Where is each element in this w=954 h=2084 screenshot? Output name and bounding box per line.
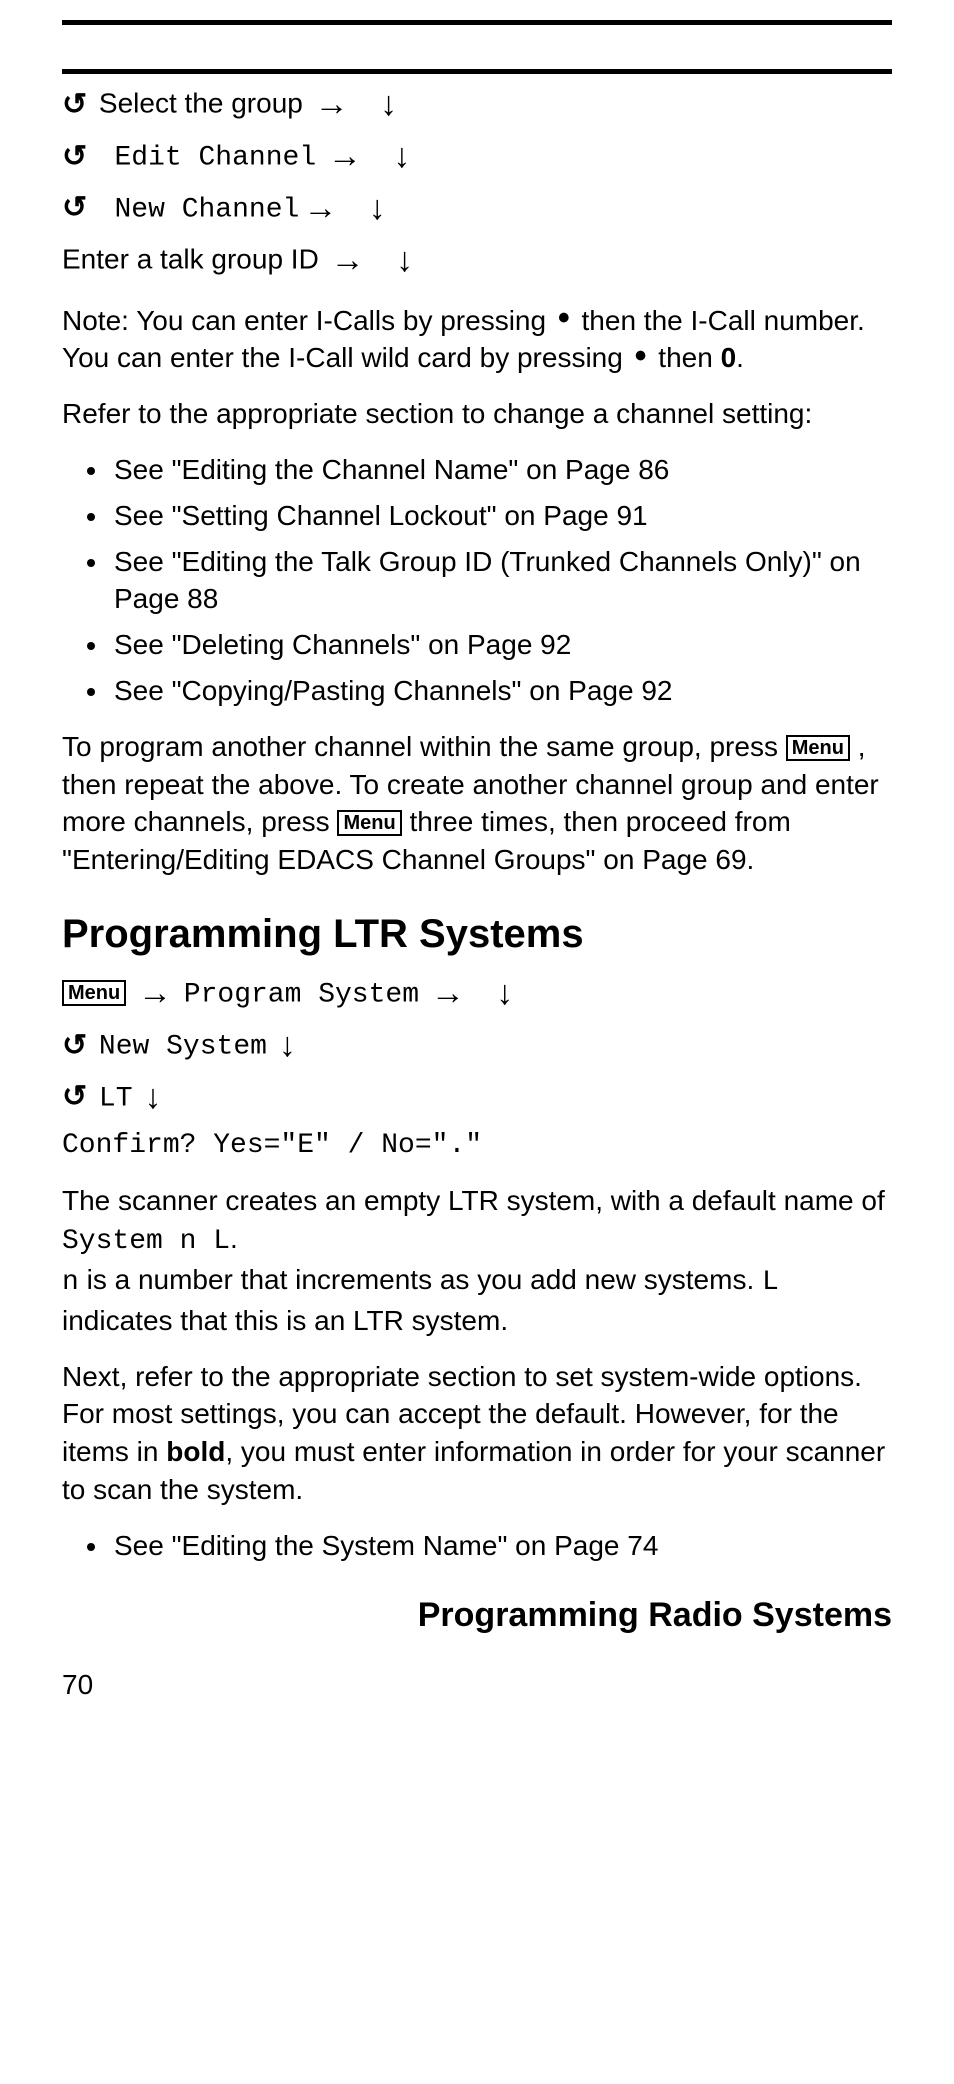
reference-list-system: See "Editing the System Name" on Page 74 [62, 1527, 892, 1565]
bold-word: bold [166, 1436, 225, 1467]
page-number: 70 [62, 1666, 892, 1704]
step-new-system: ↺ New System ↓ [62, 1023, 892, 1069]
manual-page: ↺ Select the group → ↓ ↺ Edit Channel → … [0, 0, 954, 1724]
text: To program another channel within the sa… [62, 731, 786, 762]
arrow-down-icon: ↓ [396, 238, 413, 284]
text: then [651, 342, 721, 373]
text: Note: You can enter I-Calls by pressing [62, 305, 554, 336]
list-item: See "Editing the System Name" on Page 74 [110, 1527, 892, 1565]
menu-keycap: Menu [337, 810, 401, 836]
rotate-icon: ↺ [62, 137, 87, 178]
step-enter-tgid: Enter a talk group ID → ↓ [62, 238, 892, 284]
note-paragraph: Note: You can enter I-Calls by pressing … [62, 302, 892, 378]
arrow-right-icon: → [315, 82, 349, 128]
rotate-icon: ↺ [62, 85, 87, 126]
step-select-group: ↺ Select the group → ↓ [62, 82, 892, 128]
list-item: See "Deleting Channels" on Page 92 [110, 626, 892, 664]
step-new-channel: ↺ New Channel→ ↓ [62, 186, 892, 232]
text: indicates that this is an LTR system. [62, 1305, 508, 1336]
system-options-paragraph: Next, refer to the appropriate section t… [62, 1358, 892, 1509]
arrow-right-icon: → [138, 971, 172, 1017]
text: . [736, 342, 744, 373]
arrow-down-icon: ↓ [380, 82, 397, 128]
text: is a number that increments as you add n… [79, 1264, 762, 1295]
step-program-system: Menu → Program System → ↓ [62, 971, 892, 1017]
rotate-icon: ↺ [62, 1026, 87, 1067]
step-text: New System [99, 1031, 267, 1062]
step-confirm: Confirm? Yes="E" / No="." [62, 1127, 892, 1165]
n-placeholder: n [62, 1267, 79, 1298]
step-lt: ↺ LT ↓ [62, 1075, 892, 1121]
another-channel-paragraph: To program another channel within the sa… [62, 728, 892, 879]
arrow-down-icon: ↓ [279, 1023, 296, 1069]
text: . [230, 1223, 238, 1254]
arrow-right-icon: → [328, 134, 362, 180]
step-text: Program System [184, 979, 419, 1010]
step-edit-channel: ↺ Edit Channel → ↓ [62, 134, 892, 180]
step-text: LT [99, 1083, 133, 1114]
arrow-right-icon: → [431, 971, 465, 1017]
menu-keycap: Menu [786, 735, 850, 761]
step-text: Select the group [99, 87, 303, 118]
step-text: New Channel [114, 194, 299, 225]
top-rule-2 [62, 69, 892, 74]
arrow-right-icon: → [303, 186, 337, 232]
list-item: See "Editing the Channel Name" on Page 8… [110, 451, 892, 489]
arrow-down-icon: ↓ [144, 1075, 161, 1121]
refer-paragraph: Refer to the appropriate section to chan… [62, 395, 892, 433]
step-text: Edit Channel [114, 142, 316, 173]
step-text: Enter a talk group ID [62, 243, 319, 274]
text: The scanner creates an empty LTR system,… [62, 1185, 885, 1216]
zero-key: 0 [721, 342, 737, 373]
l-placeholder: L [762, 1267, 779, 1298]
arrow-right-icon: → [331, 238, 365, 284]
reference-list-channels: See "Editing the Channel Name" on Page 8… [62, 451, 892, 710]
top-rule-1 [62, 20, 892, 25]
section-heading-ltr: Programming LTR Systems [62, 907, 892, 961]
arrow-down-icon: ↓ [369, 186, 386, 232]
footer-section-title: Programming Radio Systems [62, 1593, 892, 1639]
list-item: See "Editing the Talk Group ID (Trunked … [110, 543, 892, 619]
ltr-create-paragraph: The scanner creates an empty LTR system,… [62, 1182, 892, 1339]
menu-keycap: Menu [62, 980, 126, 1006]
rotate-icon: ↺ [62, 1077, 87, 1118]
arrow-down-icon: ↓ [496, 971, 513, 1017]
system-name-template: System n L [62, 1226, 230, 1257]
rotate-icon: ↺ [62, 188, 87, 229]
arrow-down-icon: ↓ [393, 134, 410, 180]
list-item: See "Copying/Pasting Channels" on Page 9… [110, 672, 892, 710]
list-item: See "Setting Channel Lockout" on Page 91 [110, 497, 892, 535]
